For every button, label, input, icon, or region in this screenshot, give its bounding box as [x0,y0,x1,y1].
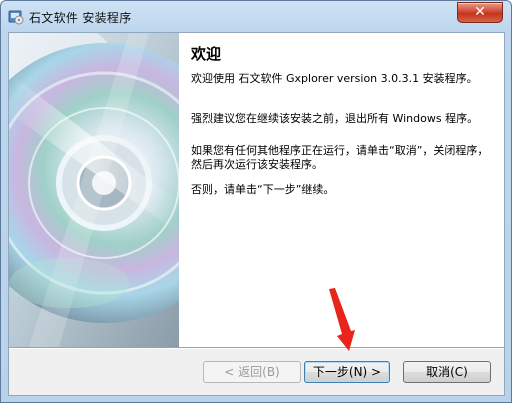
button-area-divider [9,347,504,349]
window-title: 石文软件 安装程序 [29,11,132,25]
installer-client-area: 欢迎 欢迎使用 石文软件 Gxplorer version 3.0.3.1 安装… [8,32,505,396]
close-button[interactable]: ✕ [457,2,503,23]
close-programs-advice: 强烈建议您在继续该安装之前，退出所有 Windows 程序。 [191,112,479,125]
back-button[interactable]: < 返回(B) [203,361,301,383]
next-button[interactable]: 下一步(N) > [304,361,390,383]
title-bar[interactable]: 石文软件 安装程序 ✕ [1,1,511,33]
cancel-instruction: 如果您有任何其他程序正在运行，请单击“取消”，关闭程序，然后再次运行该安装程序。 [191,144,489,171]
installer-app-icon [8,9,24,25]
cd-banner-image [9,33,179,347]
installer-window: 石文软件 安装程序 ✕ 欢迎 欢迎使用 石文软件 Gxplorer versio… [0,0,512,403]
welcome-heading: 欢迎 [191,45,222,63]
cancel-button[interactable]: 取消(C) [403,361,491,383]
pointer-arrow-icon [329,288,355,351]
welcome-paragraph: 欢迎使用 石文软件 Gxplorer version 3.0.3.1 安装程序。 [191,72,478,85]
next-instruction: 否则，请单击“下一步”继续。 [191,183,335,196]
